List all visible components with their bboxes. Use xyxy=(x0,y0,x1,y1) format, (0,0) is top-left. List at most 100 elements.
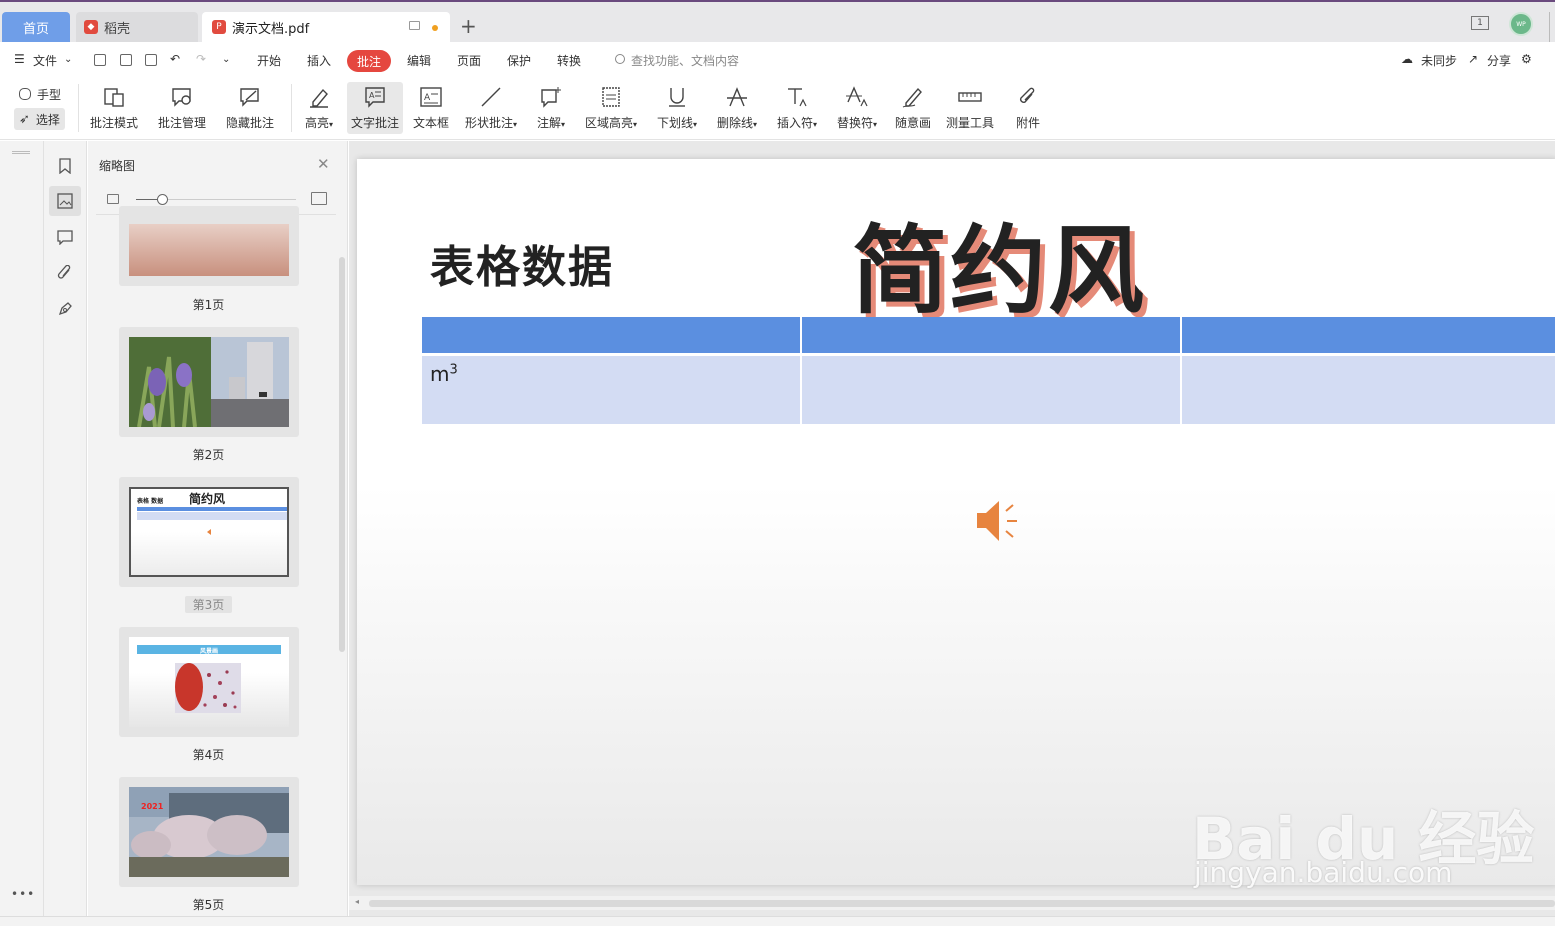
sync-status[interactable]: 未同步 xyxy=(1421,52,1457,69)
table-cell[interactable]: m3 xyxy=(422,356,802,424)
menu-edit[interactable]: 编辑 xyxy=(407,52,431,69)
highlight-button[interactable]: 高亮▾ xyxy=(300,82,338,134)
measure-tool-label: 测量工具 xyxy=(945,116,994,130)
slide-table[interactable]: m3 xyxy=(422,317,1555,424)
menu-page[interactable]: 页面 xyxy=(457,52,481,69)
large-image-icon[interactable] xyxy=(311,192,327,205)
scroll-left-icon[interactable]: ◂ xyxy=(355,897,359,906)
monitor-icon[interactable] xyxy=(409,21,420,30)
replace-mark-button[interactable]: 替换符▾ xyxy=(833,82,881,134)
table-header-cell[interactable] xyxy=(422,317,802,353)
menu-start[interactable]: 开始 xyxy=(257,52,281,69)
insert-mark-icon xyxy=(784,85,810,109)
shape-comment-button[interactable]: 形状批注▾ xyxy=(461,82,521,134)
more-icon[interactable]: ••• xyxy=(11,887,35,901)
slide-title[interactable]: 简约风 xyxy=(852,193,1146,332)
thumbnail-slide-title: 简约风 xyxy=(189,492,226,506)
insert-mark-button[interactable]: 插入符▾ xyxy=(773,82,821,134)
thumbnail-icon[interactable] xyxy=(49,186,81,216)
area-highlight-text: 区域高亮 xyxy=(584,116,633,130)
annotation-text: 注解 xyxy=(536,116,561,130)
table-cell-superscript: 3 xyxy=(449,362,458,378)
text-comment-button[interactable]: A 文字批注 xyxy=(347,82,403,134)
panel-title: 缩略图 xyxy=(99,159,136,173)
thumbnail-table-row xyxy=(137,512,287,520)
strikethrough-button[interactable]: 删除线▾ xyxy=(713,82,761,134)
undo-icon[interactable]: ↶ xyxy=(170,52,180,66)
tab-document[interactable]: P 演示文档.pdf xyxy=(202,12,450,42)
annotation-icon xyxy=(538,85,564,109)
save-icon[interactable] xyxy=(120,54,132,66)
comment-list-icon[interactable] xyxy=(49,222,81,252)
share-icon[interactable]: ↗ xyxy=(1468,52,1478,66)
thumbnail-scrollbar[interactable] xyxy=(339,257,345,652)
hide-comment-button[interactable]: 隐藏批注 xyxy=(224,82,276,134)
speaker-icon[interactable] xyxy=(973,497,1021,545)
area-highlight-button[interactable]: 区域高亮▾ xyxy=(582,82,640,134)
menu-convert[interactable]: 转换 xyxy=(557,52,581,69)
annotation-button[interactable]: 注解▾ xyxy=(533,82,569,134)
comment-manage-button[interactable]: 批注管理 xyxy=(156,82,208,134)
underline-text: 下划线 xyxy=(656,116,693,130)
slide-label[interactable]: 表格数据 xyxy=(430,231,614,295)
menu-protect[interactable]: 保护 xyxy=(507,52,531,69)
horizontal-scroll-thumb[interactable] xyxy=(369,900,1555,907)
slide-page: 表格数据 简约风 m3 xyxy=(357,159,1555,885)
search-icon[interactable] xyxy=(615,54,625,64)
thumbnail-page-3[interactable]: 表格 数据 简约风 xyxy=(119,477,299,587)
comment-mode-label: 批注模式 xyxy=(89,116,138,130)
file-menu-icon[interactable]: ☰ xyxy=(14,52,25,66)
chevron-down-icon[interactable]: ⌄ xyxy=(64,54,72,65)
textbox-button[interactable]: A 文本框 xyxy=(410,82,452,134)
thumbnail-label-4: 第4页 xyxy=(192,748,225,762)
avatar-text: WP xyxy=(1516,20,1526,28)
redo-icon[interactable]: ↷ xyxy=(196,52,206,66)
shape-comment-text: 形状批注 xyxy=(464,116,513,130)
tab-bar: 首页 ◆ 稻壳 P 演示文档.pdf + 1 WP xyxy=(0,0,1555,42)
thumbnail-page-2[interactable] xyxy=(119,327,299,437)
menu-comment[interactable]: 批注 xyxy=(347,50,391,72)
horizontal-scrollbar[interactable]: ◂ xyxy=(349,896,1555,910)
thumbnail-label-3: 第3页 xyxy=(185,596,232,613)
file-menu[interactable]: 文件 xyxy=(33,52,57,69)
small-image-icon[interactable] xyxy=(107,194,119,204)
avatar[interactable]: WP xyxy=(1509,12,1533,36)
bookmark-icon[interactable] xyxy=(49,151,81,181)
measure-tool-button[interactable]: 测量工具 xyxy=(944,82,996,134)
table-header-cell[interactable] xyxy=(1182,317,1555,353)
comment-manage-icon xyxy=(169,85,195,109)
signature-icon[interactable] xyxy=(49,294,81,324)
attachment-list-icon[interactable] xyxy=(49,258,81,288)
more-chevron-icon[interactable]: ⌄ xyxy=(222,54,230,65)
thumbnail-page-1[interactable] xyxy=(119,206,299,286)
table-header-cell[interactable] xyxy=(802,317,1182,353)
select-tool[interactable]: ➶ 选择 xyxy=(14,108,65,130)
cloud-icon[interactable]: ☁ xyxy=(1401,52,1413,66)
hand-tool[interactable]: 手型 xyxy=(14,83,66,105)
window-edge xyxy=(1549,12,1553,42)
comment-mode-button[interactable]: 批注模式 xyxy=(88,82,140,134)
open-icon[interactable] xyxy=(94,54,106,66)
share-button[interactable]: 分享 xyxy=(1487,52,1511,69)
print-icon[interactable] xyxy=(145,54,157,66)
attachment-button[interactable]: 附件 xyxy=(1012,82,1044,134)
thumbnail-page-4[interactable]: 风景画 xyxy=(119,627,299,737)
collapse-handle-icon[interactable] xyxy=(12,151,30,154)
underline-button[interactable]: 下划线▾ xyxy=(653,82,701,134)
menu-insert[interactable]: 插入 xyxy=(307,52,331,69)
tab-daoke[interactable]: ◆ 稻壳 xyxy=(76,12,198,42)
settings-icon[interactable]: ⚙ xyxy=(1521,52,1532,66)
ribbon-divider xyxy=(291,84,292,132)
zoom-slider-handle[interactable] xyxy=(157,194,168,205)
search-input[interactable]: 查找功能、文档内容 xyxy=(631,52,739,69)
area-highlight-icon xyxy=(598,85,624,109)
window-count-icon[interactable]: 1 xyxy=(1471,16,1489,30)
freehand-button[interactable]: 随意画 xyxy=(892,82,934,134)
table-cell[interactable] xyxy=(802,356,1182,424)
new-tab-button[interactable]: + xyxy=(460,16,477,36)
dropdown-icon: ▾ xyxy=(561,120,566,129)
tab-home[interactable]: 首页 xyxy=(2,12,70,42)
thumbnail-page-5[interactable]: 2021 xyxy=(119,777,299,887)
table-cell[interactable] xyxy=(1182,356,1555,424)
close-icon[interactable]: ✕ xyxy=(317,155,330,173)
